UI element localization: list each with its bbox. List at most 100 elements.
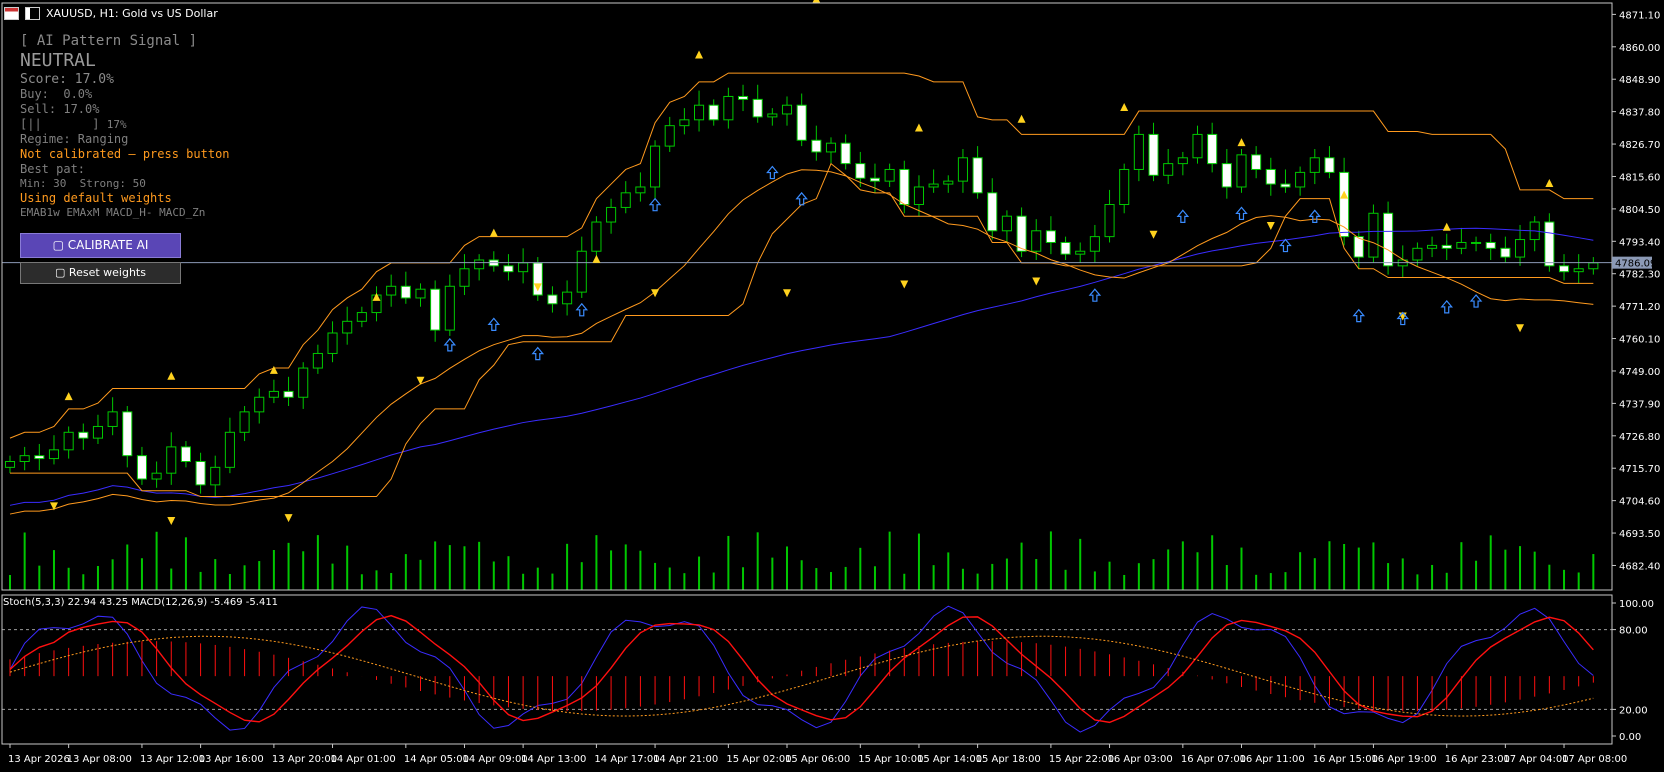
candle-body xyxy=(650,145,661,188)
sell-label: Sell: 17.0% xyxy=(20,102,100,116)
fractal-up-marker xyxy=(269,365,278,374)
candle-body xyxy=(224,431,235,468)
price-tick-label: 4848.90 xyxy=(1619,75,1660,86)
ai-signal-panel: [ AI Pattern Signal ] NEUTRAL Score: 17.… xyxy=(20,32,230,220)
buy-arrow-icon xyxy=(531,346,545,361)
time-tick-label: 14 Apr 09:00 xyxy=(462,754,527,765)
time-tick-label: 13 Apr 16:00 xyxy=(199,754,264,765)
price-chart[interactable]: 4871.10 4860.00 4848.90 4837.80 4826.70 4815.… xyxy=(0,0,1664,772)
candle-body xyxy=(166,446,177,474)
threshold-label: Min: 30 Strong: 50 xyxy=(20,177,146,190)
ma-line xyxy=(9,227,1594,506)
candle-body xyxy=(122,411,133,457)
osc-tick-label: 80.00 xyxy=(1619,626,1648,637)
buy-arrow-icon xyxy=(1235,206,1248,221)
candle-body xyxy=(635,186,646,194)
candle-body xyxy=(268,390,279,398)
fractal-down-marker xyxy=(900,280,909,289)
candle-body xyxy=(430,288,441,331)
candle-body xyxy=(957,157,968,182)
candle-body xyxy=(679,119,690,127)
candle-body xyxy=(723,95,734,121)
candle-body xyxy=(1573,268,1584,273)
candle-body xyxy=(972,157,983,194)
buy-arrow-icon xyxy=(1176,209,1190,223)
buy-arrow-icon xyxy=(443,337,457,352)
time-tick-label: 14 Apr 05:00 xyxy=(404,754,469,765)
calibrate-ai-button[interactable]: ▢ CALIBRATE AI xyxy=(20,233,181,258)
fractal-down-marker xyxy=(1032,277,1041,286)
buy-arrow-icon xyxy=(1469,294,1483,308)
candle-body xyxy=(884,168,895,182)
candle-body xyxy=(562,291,573,305)
axes: 4871.10 4860.00 4848.90 4837.80 4826.70 4815.… xyxy=(1,2,1660,765)
candle-body xyxy=(1383,212,1394,267)
fractal-down-marker xyxy=(1516,324,1525,333)
channel-mid xyxy=(9,169,1594,515)
price-tick-label: 4815.60 xyxy=(1619,172,1660,183)
price-tick-label: 4837.80 xyxy=(1619,108,1660,119)
best-pattern-label: Best pat: xyxy=(20,162,86,176)
candle-body xyxy=(342,320,353,334)
candle-body xyxy=(620,192,631,208)
time-tick-label: 13 Apr 08:00 xyxy=(67,754,132,765)
candle-body xyxy=(1221,163,1232,188)
table-icon[interactable] xyxy=(4,6,19,20)
fractal-down-marker xyxy=(167,516,176,525)
candle-body xyxy=(664,125,675,147)
candle-body xyxy=(1324,157,1335,173)
buy-label: Buy: 0.0% xyxy=(20,87,93,101)
candle-body xyxy=(1412,247,1423,261)
candle-body xyxy=(107,411,118,427)
reset-weights-button[interactable]: ▢ Reset weights xyxy=(20,262,181,284)
price-tick-label: 4715.70 xyxy=(1619,464,1660,475)
channel-lower xyxy=(10,162,1594,498)
time-tick-label: 15 Apr 06:00 xyxy=(785,754,850,765)
candle-body xyxy=(1207,133,1218,165)
time-tick-label: 15 Apr 18:00 xyxy=(976,754,1041,765)
time-tick-label: 16 Apr 11:00 xyxy=(1239,754,1304,765)
candle-body xyxy=(1368,212,1379,258)
score-bar-text: [|| ] xyxy=(20,117,100,131)
candle-body xyxy=(1001,215,1012,232)
features-label: EMAB1w EMAxM MACD_H- MACD_Zn xyxy=(20,206,206,219)
candle-body xyxy=(1119,168,1130,206)
candle-body xyxy=(254,396,265,413)
candle-body xyxy=(518,262,529,273)
buy-arrow-icon xyxy=(575,302,589,317)
time-tick-label: 15 Apr 14:00 xyxy=(917,754,982,765)
candle-body xyxy=(1075,250,1086,255)
candle-body xyxy=(239,411,250,433)
candle-body xyxy=(195,461,206,486)
candle-body xyxy=(1485,241,1496,249)
candle-body xyxy=(1104,204,1115,238)
buy-arrow-icon xyxy=(1352,308,1366,323)
candle-body xyxy=(459,268,470,287)
candle-body xyxy=(1280,183,1291,188)
buy-arrow-icon xyxy=(1440,299,1454,314)
buy-arrow-icon xyxy=(1308,209,1322,223)
panel-header: [ AI Pattern Signal ] xyxy=(20,33,198,49)
candle-body xyxy=(576,250,587,293)
time-tick-label: 14 Apr 17:00 xyxy=(594,754,659,765)
chart-icon[interactable] xyxy=(25,6,40,20)
price-tick-label: 4693.50 xyxy=(1619,529,1660,540)
main-frame xyxy=(1,2,1613,591)
candle-body xyxy=(869,177,881,182)
price-tick-label: 4760.10 xyxy=(1619,335,1660,346)
buy-arrow-icon xyxy=(648,197,662,212)
score-bar-pct: 17% xyxy=(106,118,127,131)
time-tick-label: 16 Apr 15:00 xyxy=(1313,754,1378,765)
candle-body xyxy=(1031,230,1042,252)
fractal-up-marker xyxy=(914,123,923,132)
candle-body xyxy=(547,294,558,305)
price-tick-label: 4726.80 xyxy=(1619,432,1660,443)
candle-body xyxy=(1133,133,1144,170)
candle-body xyxy=(34,455,45,460)
candle-body xyxy=(312,352,323,369)
time-tick-label: 17 Apr 08:00 xyxy=(1562,754,1627,765)
candle-body xyxy=(825,142,837,153)
price-tick-label: 4682.40 xyxy=(1619,561,1660,572)
candle-body xyxy=(1514,239,1526,258)
fractal-up-marker xyxy=(1120,103,1129,112)
